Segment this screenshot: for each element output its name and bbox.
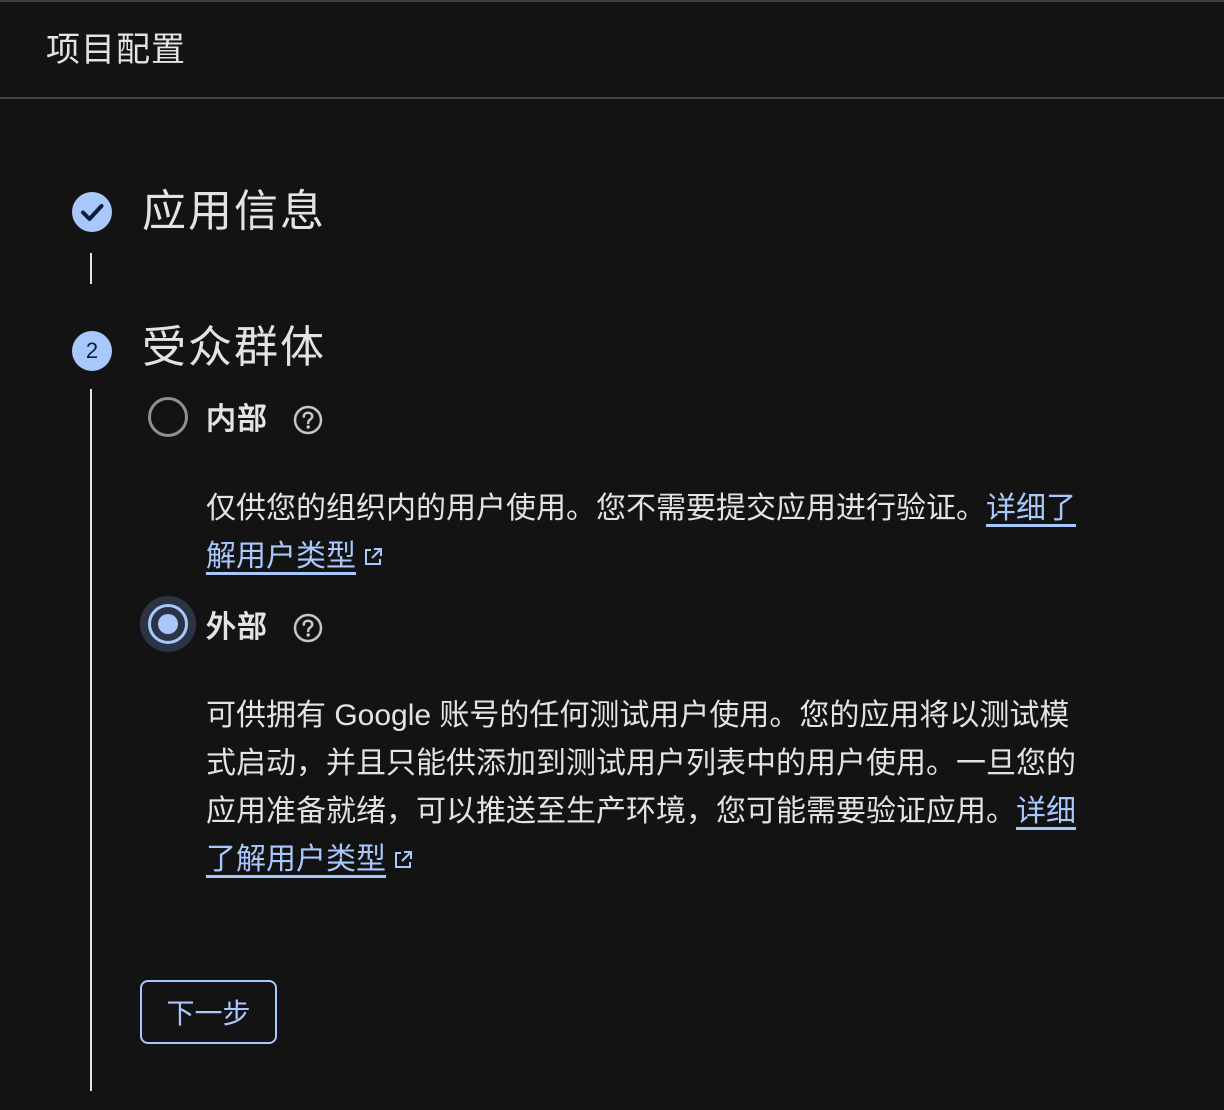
next-button[interactable]: 下一步 [140,980,277,1044]
option-label-external: 外部 [206,611,268,644]
description-text: 可供拥有 Google 账号的任何测试用户使用。您的应用将以测试模式启动，并且只… [206,699,1076,828]
help-icon[interactable] [292,612,324,644]
help-icon[interactable] [292,404,324,436]
radio-selected-dot [158,614,178,634]
option-label-internal: 内部 [206,403,268,436]
step-title-audience: 受众群体 [142,323,326,372]
step-connector [90,389,92,1091]
step-title-app-info: 应用信息 [142,187,326,236]
step-connector [90,253,92,284]
external-link-icon [395,851,412,868]
page-header: 项目配置 [0,0,1224,99]
page-title: 项目配置 [46,31,186,69]
description-text: 仅供您的组织内的用户使用。您不需要提交应用进行验证。 [206,492,986,525]
step-completed-check-icon [72,192,112,232]
radio-external[interactable] [148,604,188,644]
step-number: 2 [85,338,99,363]
option-description-internal: 仅供您的组织内的用户使用。您不需要提交应用进行验证。详细了解用户类型 [206,485,1092,581]
external-link-icon [365,548,382,565]
step-number-badge: 2 [72,331,112,371]
option-description-external: 可供拥有 Google 账号的任何测试用户使用。您的应用将以测试模式启动，并且只… [206,692,1092,884]
radio-internal[interactable] [148,397,188,437]
